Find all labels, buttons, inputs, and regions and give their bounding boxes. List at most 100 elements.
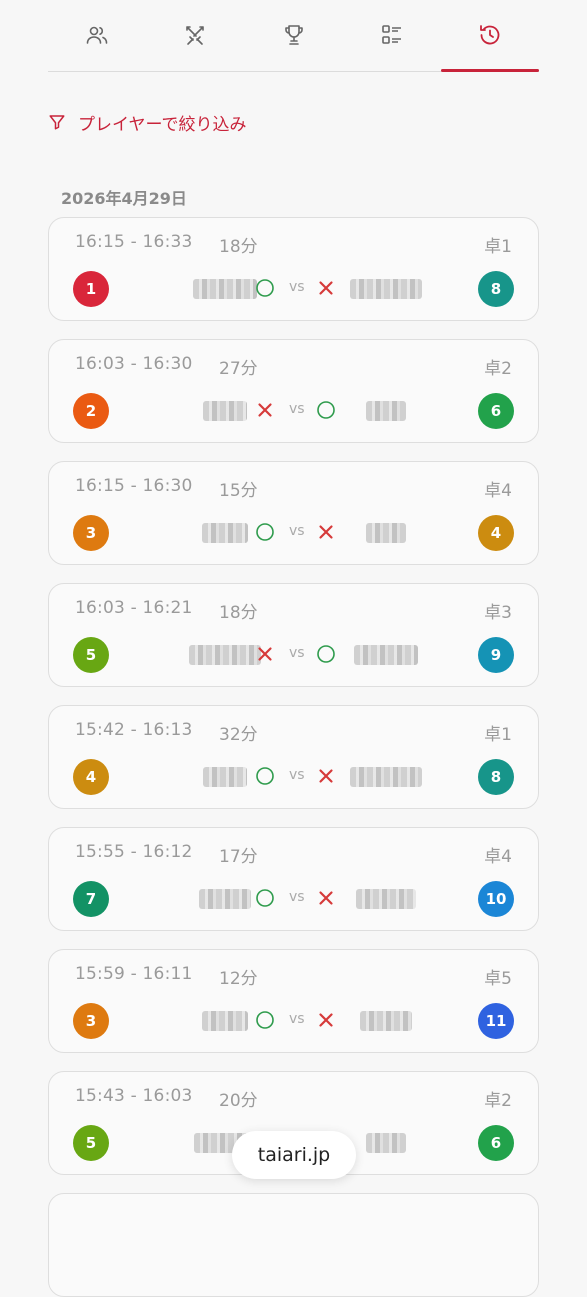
- loss-cross-icon: [254, 643, 276, 665]
- win-circle-icon: [254, 765, 276, 787]
- right-seat-badge: 8: [478, 759, 514, 795]
- left-player-name-redacted: [189, 645, 261, 665]
- match-time: 15:59 - 16:11: [75, 964, 193, 984]
- tab-history[interactable]: [440, 0, 540, 72]
- left-player-name-redacted: [199, 889, 251, 909]
- win-circle-icon: [254, 277, 276, 299]
- table-label: 卓1: [484, 237, 512, 257]
- loss-cross-icon: [315, 887, 337, 909]
- win-circle-icon: [254, 1009, 276, 1031]
- match-duration: 18分: [219, 237, 258, 257]
- left-player-name-redacted: [203, 767, 247, 787]
- filter-label: プレイヤーで絞り込み: [78, 114, 247, 135]
- right-player-name-redacted: [350, 767, 422, 787]
- tab-list[interactable]: [343, 0, 441, 70]
- right-seat-badge: 8: [478, 271, 514, 307]
- win-circle-icon: [254, 521, 276, 543]
- players-icon: [86, 26, 108, 44]
- right-seat-badge: 6: [478, 1125, 514, 1161]
- match-duration: 32分: [219, 725, 258, 745]
- win-circle-icon: [315, 643, 337, 665]
- match-time: 16:03 - 16:30: [75, 354, 193, 374]
- match-duration: 12分: [219, 969, 258, 989]
- match-card[interactable]: 16:03 - 16:21 18分 卓3 5 vs 9: [48, 583, 539, 687]
- right-player-name-redacted: [366, 523, 406, 543]
- match-card[interactable]: 15:42 - 16:13 32分 卓1 4 vs 8: [48, 705, 539, 809]
- vs-label: vs: [289, 279, 305, 295]
- match-card[interactable]: 16:03 - 16:30 27分 卓2 2 vs 6: [48, 339, 539, 443]
- table-label: 卓2: [484, 1091, 512, 1111]
- left-seat-badge: 1: [73, 271, 109, 307]
- right-player-name-redacted: [356, 889, 416, 909]
- match-time: 16:15 - 16:30: [75, 476, 193, 496]
- left-player-name-redacted: [202, 1011, 248, 1031]
- match-duration: 27分: [219, 359, 258, 379]
- match-duration: 17分: [219, 847, 258, 867]
- table-label: 卓4: [484, 481, 512, 501]
- right-player-name-redacted: [350, 279, 422, 299]
- left-seat-badge: 7: [73, 881, 109, 917]
- table-label: 卓2: [484, 359, 512, 379]
- left-seat-badge: 3: [73, 1003, 109, 1039]
- table-label: 卓4: [484, 847, 512, 867]
- history-icon: [480, 25, 500, 45]
- vs-label: vs: [289, 889, 305, 905]
- tab-matches[interactable]: [146, 0, 244, 70]
- filter-icon: [49, 115, 65, 130]
- left-player-name-redacted: [202, 523, 248, 543]
- match-card[interactable]: 15:55 - 16:12 17分 卓4 7 vs 10: [48, 827, 539, 931]
- table-label: 卓3: [484, 603, 512, 623]
- table-label: 卓1: [484, 725, 512, 745]
- left-seat-badge: 4: [73, 759, 109, 795]
- table-label: 卓5: [484, 969, 512, 989]
- win-circle-icon: [315, 399, 337, 421]
- win-circle-icon: [254, 887, 276, 909]
- tab-bar: [48, 0, 540, 72]
- vs-label: vs: [289, 401, 305, 417]
- trophy-icon: [284, 25, 303, 45]
- right-seat-badge: 6: [478, 393, 514, 429]
- left-seat-badge: 5: [73, 637, 109, 673]
- left-seat-badge: 3: [73, 515, 109, 551]
- loss-cross-icon: [315, 521, 337, 543]
- left-player-name-redacted: [193, 279, 257, 299]
- match-time: 15:42 - 16:13: [75, 720, 193, 740]
- vs-label: vs: [289, 1011, 305, 1027]
- match-time: 15:55 - 16:12: [75, 842, 193, 862]
- left-seat-badge: 2: [73, 393, 109, 429]
- right-seat-badge: 9: [478, 637, 514, 673]
- match-duration: 15分: [219, 481, 258, 501]
- right-player-name-redacted: [366, 401, 406, 421]
- vs-label: vs: [289, 767, 305, 783]
- match-duration: 18分: [219, 603, 258, 623]
- right-seat-badge: 4: [478, 515, 514, 551]
- list-icon: [381, 25, 401, 44]
- match-card[interactable]: 15:59 - 16:11 12分 卓5 3 vs 11: [48, 949, 539, 1053]
- loss-cross-icon: [315, 765, 337, 787]
- right-player-name-redacted: [354, 645, 418, 665]
- right-player-name-redacted: [366, 1133, 406, 1153]
- match-card[interactable]: 16:15 - 16:30 15分 卓4 3 vs 4: [48, 461, 539, 565]
- site-watermark: taiari.jp: [232, 1131, 356, 1179]
- match-card[interactable]: 16:15 - 16:33 18分 卓1 1 vs 8: [48, 217, 539, 321]
- right-seat-badge: 10: [478, 881, 514, 917]
- match-time: 16:03 - 16:21: [75, 598, 193, 618]
- right-player-name-redacted: [360, 1011, 412, 1031]
- left-seat-badge: 5: [73, 1125, 109, 1161]
- match-time: 16:15 - 16:33: [75, 232, 193, 252]
- match-time: 15:43 - 16:03: [75, 1086, 193, 1106]
- right-seat-badge: 11: [478, 1003, 514, 1039]
- tab-players[interactable]: [48, 0, 146, 70]
- swords-icon: [186, 26, 205, 45]
- vs-label: vs: [289, 523, 305, 539]
- vs-label: vs: [289, 645, 305, 661]
- date-header: 2026年4月29日: [61, 189, 187, 208]
- player-filter-button[interactable]: プレイヤーで絞り込み: [48, 108, 246, 136]
- loss-cross-icon: [315, 1009, 337, 1031]
- match-card-partial[interactable]: [48, 1193, 539, 1297]
- tab-rankings[interactable]: [244, 0, 342, 70]
- match-duration: 20分: [219, 1091, 258, 1111]
- loss-cross-icon: [254, 399, 276, 421]
- loss-cross-icon: [315, 277, 337, 299]
- left-player-name-redacted: [203, 401, 247, 421]
